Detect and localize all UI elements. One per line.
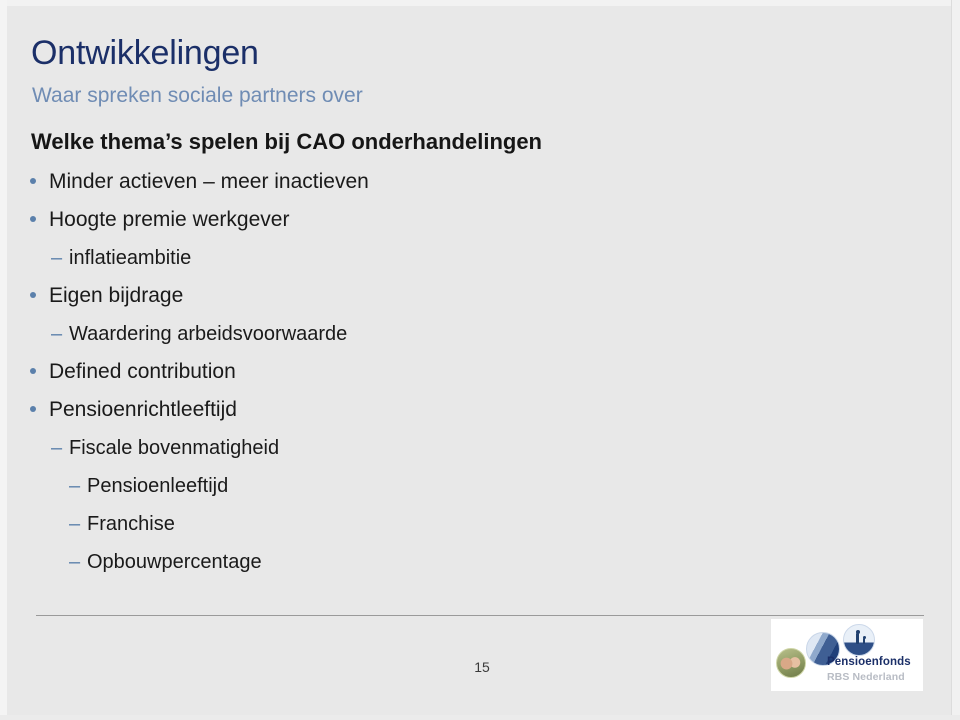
list-item-label: Franchise [87,512,175,535]
list-item: – Opbouwpercentage [0,543,620,581]
list-item-label: Eigen bijdrage [49,284,184,307]
bullet-dot-icon [30,360,49,384]
list-item-label: inflatieambitie [69,246,192,269]
footer-divider [36,615,924,616]
couple-photo-badge-icon [776,648,806,678]
page-number: 15 [474,659,490,675]
logo-name: Pensioenfonds [827,656,911,668]
bullet-dot-icon [30,208,49,232]
bullet-dash-icon: – [69,550,81,573]
slide-edge-top [0,0,960,6]
bullet-dot-icon [30,284,49,308]
slide-edge-right [951,0,960,720]
slide-title: Ontwikkelingen [31,34,259,72]
list-item-label: Pensioenrichtleeftijd [49,398,237,421]
list-item-label: Minder actieven – meer inactieven [49,170,369,193]
list-item: Minder actieven – meer inactieven [0,163,620,201]
slide-lead-heading: Welke thema’s spelen bij CAO onderhandel… [31,129,542,154]
bullet-dot-icon [30,398,49,422]
list-item-label: Fiscale bovenmatigheid [69,436,280,459]
pensioenfonds-logo: Pensioenfonds RBS Nederland [771,619,923,691]
bullet-list: Minder actieven – meer inactieven Hoogte… [0,163,620,581]
list-item: Eigen bijdrage [0,277,620,315]
list-item: – inflatieambitie [0,239,620,277]
list-item: – Waardering arbeidsvoorwaarde [0,315,620,353]
list-item-label: Waardering arbeidsvoorwaarde [69,322,348,345]
list-item-label: Opbouwpercentage [87,550,262,573]
list-item-label: Hoogte premie werkgever [49,208,290,231]
bullet-dash-icon: – [69,474,81,497]
list-item: – Fiscale bovenmatigheid [0,429,620,467]
list-item: – Pensioenleeftijd [0,467,620,505]
list-item: Pensioenrichtleeftijd [0,391,620,429]
bullet-dash-icon: – [51,322,63,345]
list-item: Defined contribution [0,353,620,391]
bullet-dash-icon: – [51,436,63,459]
bullet-dash-icon: – [51,246,63,269]
list-item: – Franchise [0,505,620,543]
slide-subtitle: Waar spreken sociale partners over [32,84,363,107]
presentation-slide: Ontwikkelingen Waar spreken sociale part… [0,0,960,720]
logo-subtitle: RBS Nederland [827,671,905,683]
slide-edge-bottom [0,715,960,720]
bullet-dot-icon [30,170,49,194]
bullet-dash-icon: – [69,512,81,535]
parent-child-silhouette-badge-icon [843,624,875,656]
list-item-label: Pensioenleeftijd [87,474,229,497]
list-item-label: Defined contribution [49,360,236,383]
list-item: Hoogte premie werkgever [0,201,620,239]
